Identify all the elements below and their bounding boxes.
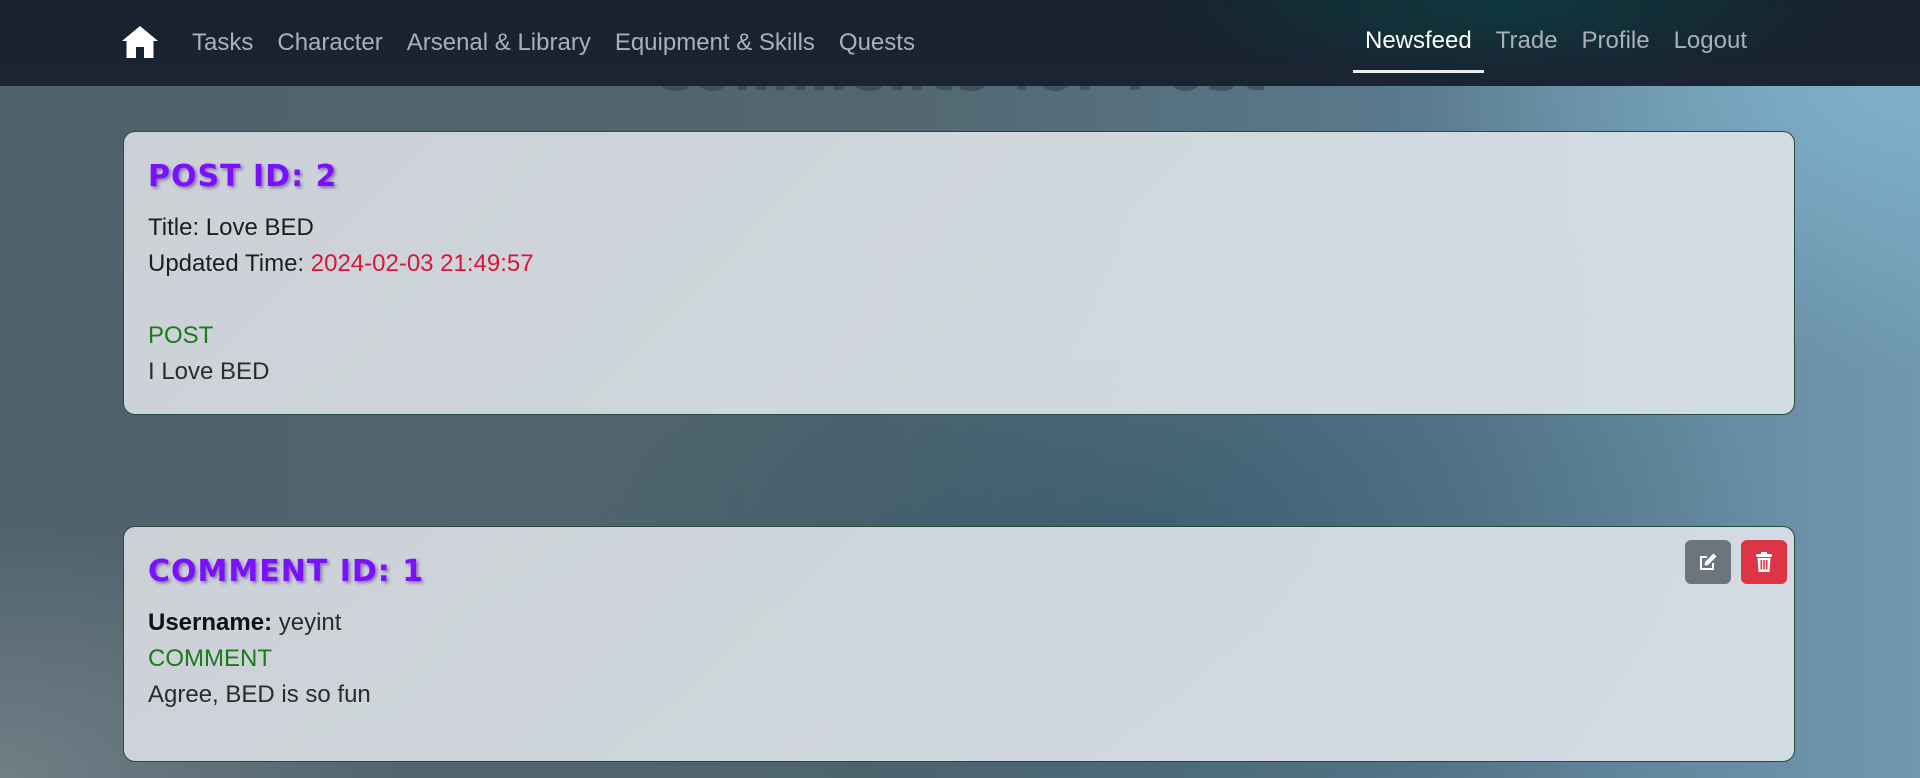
nav-trade[interactable]: Trade bbox=[1484, 0, 1570, 84]
nav-profile[interactable]: Profile bbox=[1570, 0, 1662, 84]
edit-comment-button[interactable] bbox=[1685, 540, 1731, 584]
comment-card: COMMENT ID: 1 Username: yeyint COMMENT A… bbox=[123, 526, 1795, 762]
delete-comment-button[interactable] bbox=[1741, 540, 1787, 584]
comment-section-label: COMMENT bbox=[148, 645, 272, 672]
post-updated-time: 2024-02-03 21:49:57 bbox=[310, 250, 534, 277]
home-link[interactable] bbox=[121, 24, 159, 60]
post-title-value: Love BED bbox=[205, 214, 314, 241]
top-navbar: Tasks Character Arsenal & Library Equipm… bbox=[0, 0, 1920, 86]
post-title-line: Title: Love BED bbox=[148, 214, 314, 242]
nav-newsfeed[interactable]: Newsfeed bbox=[1353, 0, 1484, 84]
nav-logout[interactable]: Logout bbox=[1662, 0, 1759, 84]
post-id-heading: POST ID: 2 bbox=[148, 159, 338, 194]
post-card: POST ID: 2 Title: Love BED Updated Time:… bbox=[123, 131, 1795, 415]
comment-content: Agree, BED is so fun bbox=[148, 681, 371, 708]
comment-username-label: Username: bbox=[148, 609, 273, 636]
post-updated-line: Updated Time: 2024-02-03 21:49:57 bbox=[148, 250, 534, 278]
nav-tasks[interactable]: Tasks bbox=[180, 0, 265, 86]
home-icon bbox=[122, 26, 158, 58]
comment-username-value: yeyint bbox=[278, 609, 342, 636]
nav-right-group: Newsfeed Trade Profile Logout bbox=[1353, 0, 1759, 86]
comment-username-line: Username: yeyint bbox=[148, 609, 341, 637]
edit-icon bbox=[1700, 553, 1717, 570]
post-section-label: POST bbox=[148, 322, 214, 349]
post-content: I Love BED bbox=[148, 358, 270, 385]
nav-arsenal-library[interactable]: Arsenal & Library bbox=[395, 0, 603, 86]
post-title-label: Title: bbox=[148, 214, 206, 241]
comment-id-heading: COMMENT ID: 1 bbox=[148, 554, 425, 589]
post-updated-label: Updated Time: bbox=[148, 250, 311, 277]
nav-left-group: Tasks Character Arsenal & Library Equipm… bbox=[180, 0, 927, 86]
nav-character[interactable]: Character bbox=[265, 0, 394, 86]
trash-icon bbox=[1756, 552, 1772, 572]
nav-equipment-skills[interactable]: Equipment & Skills bbox=[603, 0, 827, 86]
nav-quests[interactable]: Quests bbox=[827, 0, 927, 86]
